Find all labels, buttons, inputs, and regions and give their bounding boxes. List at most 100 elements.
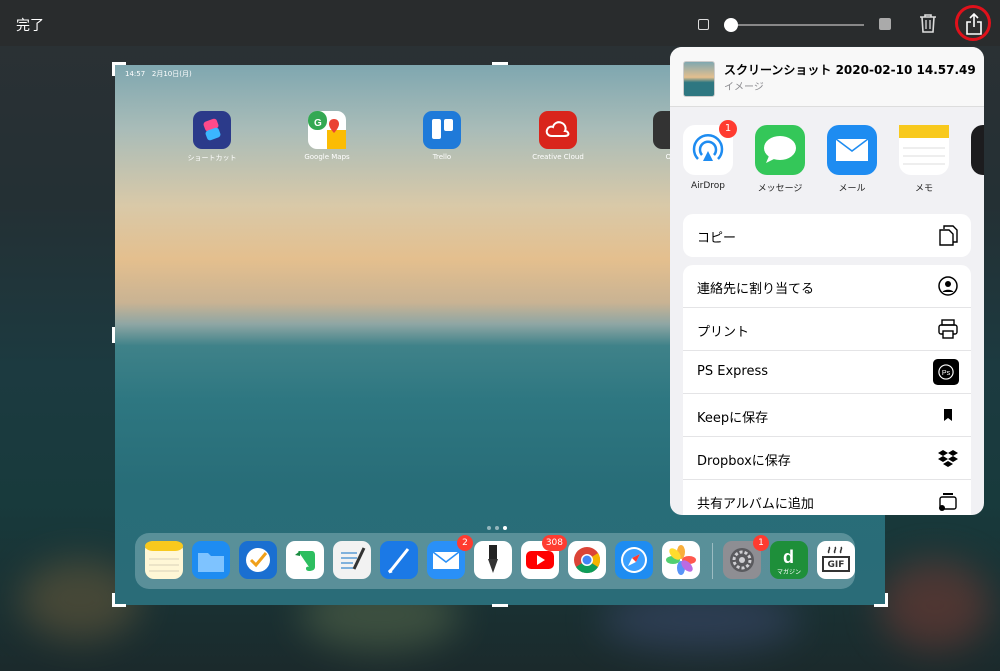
bookmark-icon: [944, 409, 952, 421]
printer-icon: [938, 319, 958, 339]
safari-dock-icon[interactable]: [615, 541, 653, 579]
trash-icon[interactable]: [918, 12, 938, 34]
opacity-max-icon: [879, 18, 891, 30]
copy-icon: [939, 225, 958, 246]
action-add-shared-album[interactable]: 共有アルバムに追加: [683, 480, 971, 515]
app-label: Creative Cloud: [532, 153, 584, 161]
google-maps-icon: G: [308, 111, 346, 149]
top-toolbar: 完了: [0, 0, 1000, 46]
dock-separator: [712, 543, 713, 579]
share-target-messages[interactable]: メッセージ: [752, 125, 808, 194]
omnifocus-dock-icon[interactable]: [239, 541, 277, 579]
page-dot: [487, 526, 491, 530]
file-title: スクリーンショット 2020-02-10 14.57.49: [724, 63, 976, 77]
actions-group: 連絡先に割り当てる プリント PS Express Ps Keepに保存 Dro…: [683, 265, 971, 515]
chrome-dock-icon[interactable]: [568, 541, 606, 579]
action-label: 連絡先に割り当てる: [697, 282, 815, 297]
gif-label: GIF: [827, 560, 845, 570]
action-label: Keepに保存: [697, 411, 769, 426]
shared-album-icon: [939, 493, 957, 511]
app-label: ショートカット: [187, 154, 237, 162]
share-button[interactable]: [955, 5, 991, 41]
dropbox-icon: [938, 450, 958, 467]
share-sheet: スクリーンショット 2020-02-10 14.57.49 イメージ 1 Air…: [670, 47, 984, 515]
crop-handle-top[interactable]: [492, 62, 508, 65]
page-dot-active: [503, 526, 507, 530]
share-target-label: Pr: [968, 181, 984, 191]
mail-badge: 2: [457, 535, 473, 551]
share-target-airdrop[interactable]: 1 AirDrop: [680, 120, 737, 191]
action-print[interactable]: プリント: [683, 308, 971, 351]
files-dock-icon[interactable]: [192, 541, 230, 579]
d-magazine-label: マガジン: [776, 569, 801, 576]
status-time: 14:57: [125, 70, 146, 78]
app-google-maps[interactable]: G Google Maps: [297, 111, 357, 161]
youtube-badge: 308: [541, 535, 567, 551]
evernote-dock-icon[interactable]: [286, 541, 324, 579]
copy-group: コピー: [683, 214, 971, 257]
app-label: Trello: [432, 153, 452, 161]
crop-handle-bl[interactable]: [112, 604, 126, 607]
action-save-keep[interactable]: Keepに保存: [683, 394, 971, 437]
share-target-label: メモ: [914, 184, 933, 194]
svg-text:Ps: Ps: [942, 369, 951, 377]
share-target-label: メッセージ: [757, 184, 803, 194]
share-target-label: AirDrop: [690, 181, 725, 191]
dock: 2 308 1 d マガジン GIF: [135, 533, 855, 589]
action-save-dropbox[interactable]: Dropboxに保存: [683, 437, 971, 480]
status-date: 2月10日(月): [151, 70, 192, 78]
page-dot: [495, 526, 499, 530]
pen-dock-icon[interactable]: [380, 541, 418, 579]
notes-icon: [899, 125, 949, 175]
crop-handle-left[interactable]: [112, 327, 115, 343]
shortcuts-icon: [193, 111, 231, 149]
fountain-pen-dock-icon[interactable]: [474, 541, 512, 579]
creative-cloud-icon: [539, 111, 577, 149]
app-shortcuts[interactable]: ショートカット: [182, 111, 242, 163]
trello-icon: [423, 111, 461, 149]
share-target-notes[interactable]: メモ: [896, 125, 952, 194]
contact-icon: [938, 276, 958, 296]
opacity-slider[interactable]: [724, 18, 864, 32]
action-label: コピー: [697, 231, 737, 246]
share-target-label: メール: [838, 184, 866, 194]
gif-maker-dock-icon[interactable]: GIF: [817, 541, 855, 579]
app-trello[interactable]: Trello: [412, 111, 472, 161]
youtube-dock-icon[interactable]: 308: [521, 535, 567, 579]
done-button[interactable]: 完了: [16, 15, 44, 35]
app-label: Google Maps: [304, 153, 350, 161]
action-ps-express[interactable]: PS Express Ps: [683, 351, 971, 394]
file-type: イメージ: [724, 82, 764, 93]
airdrop-icon: 1: [683, 120, 737, 175]
procreate-icon: [971, 125, 984, 175]
messages-icon: [755, 125, 805, 175]
svg-text:G: G: [314, 118, 322, 129]
goodnotes-dock-icon[interactable]: [333, 541, 371, 579]
airdrop-badge: 1: [719, 120, 737, 138]
d-magazine-dock-icon[interactable]: d マガジン: [770, 541, 808, 579]
crop-handle-br[interactable]: [885, 593, 888, 607]
settings-badge: 1: [753, 535, 769, 551]
action-label: PS Express: [697, 364, 768, 379]
opacity-min-icon: [698, 19, 709, 30]
file-thumbnail: [683, 61, 715, 97]
settings-dock-icon[interactable]: 1: [723, 535, 769, 579]
action-label: プリント: [697, 325, 750, 340]
share-target-mail[interactable]: メール: [824, 125, 880, 194]
page-indicator: [487, 515, 511, 534]
preview-status-bar: 14:57 2月10日(月): [125, 69, 192, 79]
share-icon: [966, 13, 982, 35]
notes-dock-icon[interactable]: [145, 541, 183, 579]
action-copy[interactable]: コピー: [683, 214, 971, 257]
svg-text:d: d: [783, 547, 794, 567]
action-assign-contact[interactable]: 連絡先に割り当てる: [683, 265, 971, 308]
mail-dock-icon[interactable]: 2: [427, 535, 473, 579]
opacity-slider-knob[interactable]: [724, 18, 738, 32]
crop-handle-bottom[interactable]: [492, 604, 508, 607]
ps-express-icon: Ps: [933, 359, 959, 385]
photos-dock-icon[interactable]: [662, 541, 700, 579]
share-target-procreate[interactable]: Pr: [968, 125, 984, 191]
action-label: Dropboxに保存: [697, 454, 791, 469]
app-creative-cloud[interactable]: Creative Cloud: [528, 111, 588, 161]
crop-handle-tl[interactable]: [112, 62, 115, 76]
